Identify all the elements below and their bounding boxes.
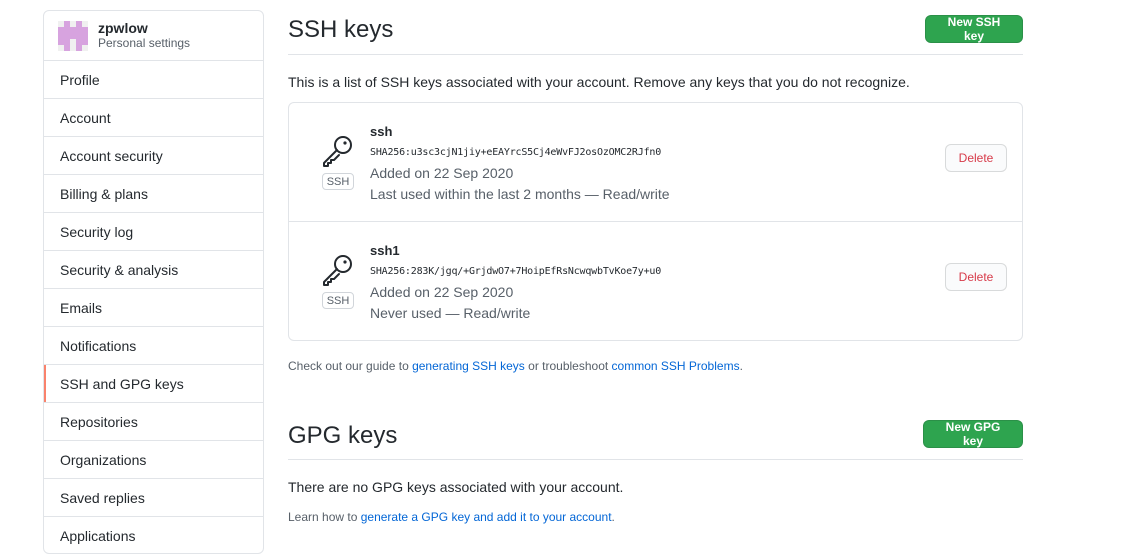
ssh-section-header: SSH keys New SSH key [288, 0, 1023, 55]
sidebar-item-emails[interactable]: Emails [44, 289, 263, 327]
new-ssh-key-button[interactable]: New SSH key [925, 15, 1023, 43]
sidebar-item-billing-plans[interactable]: Billing & plans [44, 175, 263, 213]
sidebar-item-account-security[interactable]: Account security [44, 137, 263, 175]
new-gpg-key-button[interactable]: New GPG key [923, 420, 1023, 448]
ssh-guide-middle: or troubleshoot [524, 359, 612, 373]
generating-ssh-keys-link[interactable]: generating SSH keys [412, 359, 525, 373]
ssh-key-last-used: Last used within the last 2 months — Rea… [370, 186, 670, 202]
ssh-key-name: ssh1 [370, 243, 400, 258]
sidebar-item-security-log[interactable]: Security log [44, 213, 263, 251]
sidebar-item-organizations[interactable]: Organizations [44, 441, 263, 479]
common-ssh-problems-link[interactable]: common SSH Problems [612, 359, 740, 373]
personal-settings-label: Personal settings [98, 35, 191, 50]
gpg-empty-message: There are no GPG keys associated with yo… [288, 479, 624, 495]
ssh-description: This is a list of SSH keys associated wi… [288, 74, 910, 90]
generate-gpg-key-link[interactable]: generate a GPG key and add it to your ac… [361, 510, 612, 524]
ssh-guide-prefix: Check out our guide to [288, 359, 413, 373]
ssh-keys-title: SSH keys [288, 16, 394, 43]
sidebar-item-profile[interactable]: Profile [44, 61, 263, 99]
ssh-key-added-date: Added on 22 Sep 2020 [370, 284, 514, 300]
sidebar-item-notifications[interactable]: Notifications [44, 327, 263, 365]
ssh-guide-suffix: . [739, 359, 743, 373]
ssh-key-fingerprint: SHA256:283K/jgq/+GrjdwO7+7HoipEfRsNcwqwb… [370, 266, 662, 277]
sidebar-item-account[interactable]: Account [44, 99, 263, 137]
sidebar-item-security-analysis[interactable]: Security & analysis [44, 251, 263, 289]
sidebar-item-applications[interactable]: Applications [44, 517, 263, 553]
sidebar-item-saved-replies[interactable]: Saved replies [44, 479, 263, 517]
ssh-key-type-badge: SSH [322, 173, 354, 190]
gpg-section-header: GPG keys New GPG key [288, 405, 1023, 460]
ssh-key-row: SSH ssh1 SHA256:283K/jgq/+GrjdwO7+7HoipE… [289, 222, 1022, 341]
ssh-key-added-date: Added on 22 Sep 2020 [370, 165, 514, 181]
avatar[interactable] [58, 20, 88, 51]
username[interactable]: zpwlow [98, 20, 190, 36]
ssh-key-name: ssh [370, 124, 393, 139]
ssh-guide-note: Check out our guide to generating SSH ke… [288, 359, 743, 373]
key-icon [323, 255, 352, 286]
sidebar-item-repositories[interactable]: Repositories [44, 403, 263, 441]
sidebar-item-ssh-gpg-keys[interactable]: SSH and GPG keys [44, 365, 263, 403]
ssh-key-type-badge: SSH [322, 292, 354, 309]
settings-sidebar: zpwlow Personal settings Profile Account… [43, 10, 264, 554]
ssh-key-fingerprint: SHA256:u3sc3cjN1jiy+eEAYrcS5Cj4eWvFJ2osO… [370, 147, 662, 158]
ssh-key-row: SSH ssh SHA256:u3sc3cjN1jiy+eEAYrcS5Cj4e… [289, 103, 1022, 222]
delete-ssh-key-button[interactable]: Delete [945, 263, 1007, 291]
key-icon [323, 136, 352, 167]
profile-header[interactable]: zpwlow Personal settings [44, 11, 263, 61]
ssh-key-list: SSH ssh SHA256:u3sc3cjN1jiy+eEAYrcS5Cj4e… [288, 102, 1023, 341]
gpg-learn-suffix: . [611, 510, 615, 524]
ssh-key-last-used: Never used — Read/write [370, 305, 531, 321]
gpg-learn-prefix: Learn how to [288, 510, 361, 524]
delete-ssh-key-button[interactable]: Delete [945, 144, 1007, 172]
gpg-keys-title: GPG keys [288, 422, 398, 449]
gpg-learn-note: Learn how to generate a GPG key and add … [288, 510, 615, 524]
